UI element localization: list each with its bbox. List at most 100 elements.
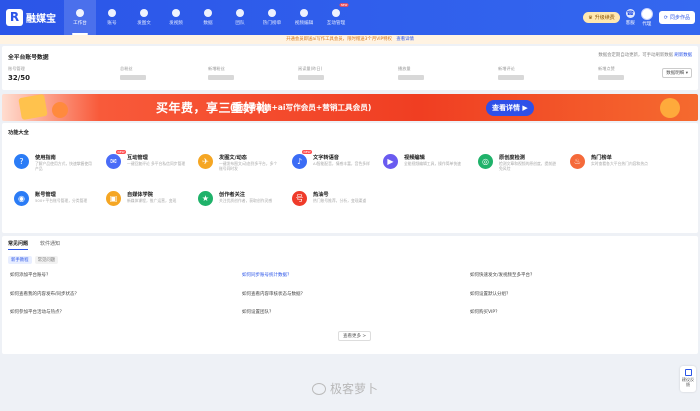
functions-title: 功能大全 — [8, 130, 29, 136]
nav-item-2[interactable]: 发图文 — [128, 0, 160, 35]
banner-subline: (送运营秘籍+ai写作会员+营销工具会员) — [230, 103, 372, 112]
nav-label: 数据 — [203, 21, 213, 26]
logo[interactable]: R 融媒宝 — [6, 9, 64, 26]
hot-account-icon: 号 — [292, 191, 307, 206]
nav-item-7[interactable]: 视频编辑 — [288, 0, 320, 35]
function-desc: AI智能配音，情感丰富，音色多样 — [313, 161, 370, 166]
team-icon — [236, 9, 244, 17]
nav-item-4[interactable]: 数据 — [192, 0, 224, 35]
nav-item-8[interactable]: 互动管理 NEW — [320, 0, 352, 35]
promo-banner[interactable]: 买年费，享三重好礼 (送运营秘籍+ai写作会员+营销工具会员) 查看详情 ▶ — [2, 94, 698, 121]
upgrade-button[interactable]: ♛ 升级续费 — [583, 12, 620, 23]
view-more-button[interactable]: 查看更多 > — [338, 331, 372, 341]
faq-question[interactable]: 如何设置默认分组？ — [470, 291, 511, 297]
function-tile-3[interactable]: ♪ NEW 文字转语音 AI智能配音，情感丰富，音色多样 — [292, 150, 376, 182]
stat-label: 阅读量(昨日) — [298, 66, 323, 71]
guide-icon: ? — [14, 154, 29, 169]
notice-link[interactable]: 查看详情 — [396, 37, 414, 42]
stat-5: 新增评论 — [498, 66, 524, 82]
user-label: 代理 — [642, 22, 652, 27]
edit-icon — [300, 9, 308, 17]
sync-button[interactable]: ⟳ 同步作品 — [658, 11, 695, 24]
fire-icon: ♨ — [570, 154, 585, 169]
function-tile-2[interactable]: ✈ 发图文/动态 一键发布图文/动态到多平台，多个账号同时发 — [198, 152, 282, 182]
voice-icon: ♪ — [292, 154, 307, 169]
chart-icon — [204, 9, 212, 17]
data-detail-label: 数据明细 — [666, 71, 685, 76]
stat-label: 播放量 — [398, 66, 411, 71]
function-desc: 全能视频编辑工具，操作简单快速 — [404, 161, 461, 166]
stat-label: 总粉丝 — [120, 66, 133, 71]
video-icon — [172, 9, 180, 17]
blurred-value — [598, 75, 624, 80]
banner-detail-button[interactable]: 查看详情 ▶ — [486, 100, 534, 116]
account-data-title: 全平台账号数据 — [8, 55, 49, 61]
faq-question[interactable]: 如何参加平台活动与热点？ — [10, 309, 64, 315]
feedback-button[interactable]: 建议反馈 — [680, 366, 696, 392]
blurred-value — [298, 75, 324, 80]
function-name: 原创度检测 — [499, 155, 525, 161]
sub-tab-tutorial[interactable]: 新手教程 — [8, 256, 32, 264]
faq-question[interactable]: 如何查看内容审核状态与数据？ — [242, 291, 305, 297]
blurred-value — [208, 75, 234, 80]
tab-faq[interactable]: 常见问题 — [8, 240, 29, 250]
account-data-note: 数据会定期自动更新，可手动刷新数据 刷新数据 — [598, 52, 692, 58]
function-tile-8[interactable]: ▣ 自媒体学院 新媒体课程，推广运营，变现 — [106, 189, 190, 219]
stat-0[interactable]: 账号管理 32/50 — [8, 66, 30, 82]
data-detail-button[interactable]: 数据明细 ▾ — [662, 68, 692, 78]
top-bar: R 融媒宝 工作台 账号 发图文 发视频 数据 团队 热门榜单 视频编辑 互动管理 NEW ♛ 升… — [0, 0, 700, 35]
logo-text: 融媒宝 — [26, 14, 56, 25]
weibo-icon — [312, 382, 326, 395]
nav-label: 团队 — [235, 21, 245, 26]
function-tile-10[interactable]: 号热油号 热门账号推荐，分析，变现渠道 — [292, 189, 376, 219]
function-name: 互动管理 — [127, 155, 148, 161]
functions-panel: 功能大全 ? 使用指南 了解产品使用方式，快速掌握使用产品 ✉ NEW 互动管理 一键回复评… — [2, 123, 698, 233]
function-tile-9[interactable]: ★ 创作者关注 关注优质创作者，获取创作灵感 — [198, 189, 282, 219]
function-name: 创作者关注 — [219, 192, 245, 198]
nav-item-5[interactable]: 团队 — [224, 0, 256, 35]
headset-icon: ☎ — [625, 9, 635, 18]
video-edit-icon: ▶ — [383, 154, 398, 169]
faq-question[interactable]: 如何快速发文/发视频至多平台？ — [470, 272, 535, 278]
nav-label: 工作台 — [73, 21, 87, 26]
nav-item-0[interactable]: 工作台 — [64, 0, 96, 35]
header-actions: ♛ 升级续费 ☎ 客服 代理 ⟳ 同步作品 — [583, 8, 695, 27]
refresh-link[interactable]: 刷新数据 — [674, 53, 692, 58]
blurred-value — [398, 75, 424, 80]
function-tile-7[interactable]: ◉ 账号管理 500+平台账号管理，分类管理 — [14, 189, 98, 219]
faq-sub-tabs: 新手教程 常见问题 — [8, 256, 59, 264]
faq-tabs: 常见问题 软件通知 — [8, 240, 60, 250]
function-tile-4[interactable]: ▶ 视频编辑 全能视频编辑工具，操作简单快速 — [383, 152, 467, 182]
faq-question[interactable]: 如何查看我的内容发布/同步状态？ — [10, 291, 79, 297]
function-tile-0[interactable]: ? 使用指南 了解产品使用方式，快速掌握使用产品 — [14, 152, 98, 182]
faq-question[interactable]: 如何同步账号统计数据？ — [242, 272, 292, 278]
sync-icon: ⟳ — [663, 14, 668, 21]
function-name: 文字转语音 — [313, 155, 339, 161]
nav-item-6[interactable]: 热门榜单 — [256, 0, 288, 35]
function-tile-5[interactable]: ◎ 原创度检测 检测文章和视频的原创度，提前避免风险 — [478, 152, 562, 182]
new-badge: NEW — [116, 150, 127, 154]
user-menu[interactable]: 代理 — [640, 8, 653, 27]
avatar — [640, 8, 653, 20]
stat-value: 32/50 — [8, 74, 31, 82]
blurred-value — [120, 75, 146, 80]
faq-question[interactable]: 如何购买VIP？ — [470, 309, 500, 315]
faq-question[interactable]: 如何添加平台账号？ — [10, 272, 51, 278]
tab-notices[interactable]: 软件通知 — [40, 240, 60, 250]
nav-label: 视频编辑 — [294, 21, 314, 26]
stat-2: 新增粉丝 — [208, 66, 234, 82]
service-label: 客服 — [625, 21, 635, 26]
stat-label: 新增点赞 — [598, 66, 615, 71]
sub-tab-common[interactable]: 常见问题 — [34, 256, 59, 264]
stat-label: 新增评论 — [498, 66, 515, 71]
function-tile-6[interactable]: ♨ 热门榜单 实时查看各大平台热门内容和热点 — [570, 152, 654, 182]
function-tile-1[interactable]: ✉ NEW 互动管理 一键回复评论 多平台私信同步管理 — [106, 150, 190, 182]
faq-question[interactable]: 如何设置团队？ — [242, 309, 274, 315]
stat-3: 阅读量(昨日) — [298, 66, 324, 82]
home-icon — [76, 9, 84, 17]
upgrade-label: 升级续费 — [594, 15, 615, 21]
nav-item-1[interactable]: 账号 — [96, 0, 128, 35]
account-note-text: 数据会定期自动更新，可手动刷新数据 — [598, 53, 674, 58]
service-button[interactable]: ☎ 客服 — [625, 9, 635, 26]
nav-item-3[interactable]: 发视频 — [160, 0, 192, 35]
